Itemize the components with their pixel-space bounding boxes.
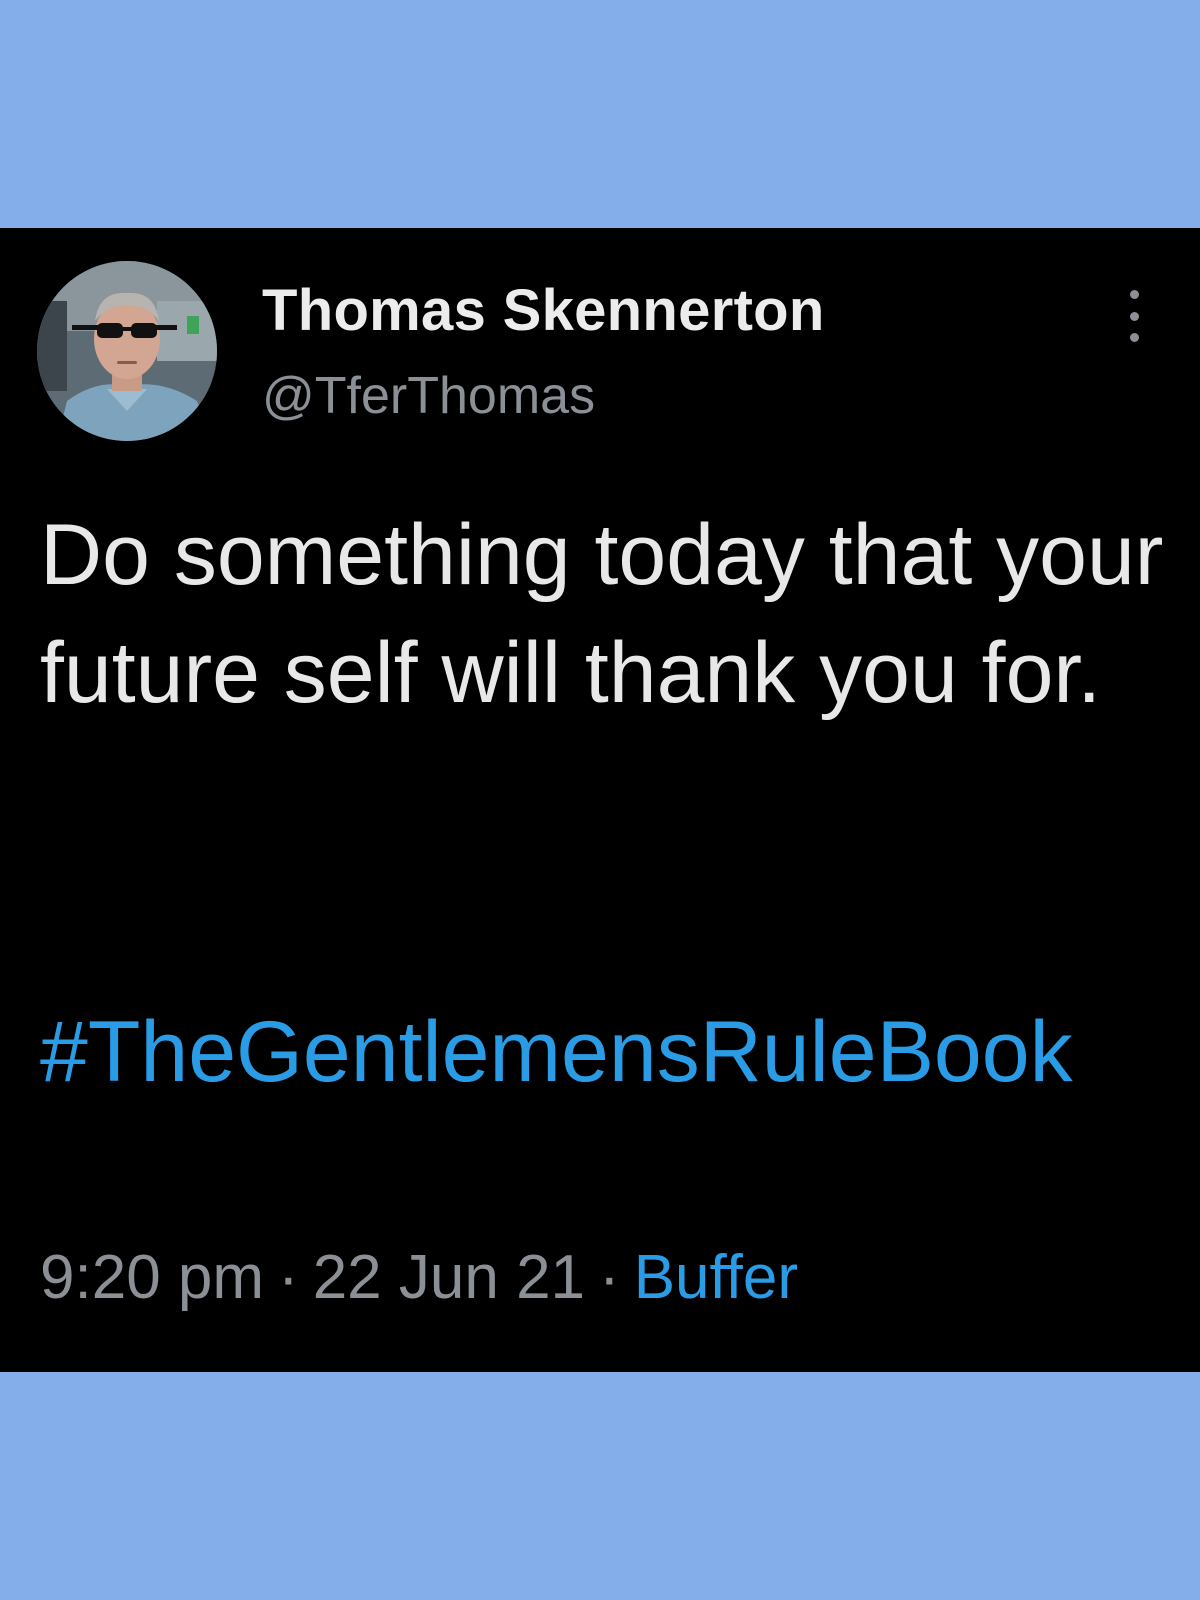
meta-separator: · (278, 1243, 299, 1312)
tweet-meta: 9:20 pm · 22 Jun 21 · Buffer (40, 1238, 798, 1318)
avatar[interactable] (37, 261, 217, 441)
tweet-time: 9:20 pm (40, 1243, 265, 1312)
display-name[interactable]: Thomas Skennerton (262, 276, 825, 346)
more-dot (1129, 333, 1139, 342)
more-vertical-icon[interactable] (1116, 290, 1152, 342)
hashtag-link[interactable]: #TheGentlemensRuleBook (40, 993, 1180, 1111)
meta-separator: · (599, 1243, 620, 1312)
more-dot (1129, 311, 1139, 321)
more-dot (1129, 290, 1139, 299)
user-handle[interactable]: @TferThomas (262, 364, 595, 428)
tweet-card: Thomas Skennerton @TferThomas Do somethi… (0, 228, 1200, 1372)
profile-photo (37, 261, 217, 441)
tweet-text: Do something today that your future self… (40, 507, 1164, 721)
source-link[interactable]: Buffer (634, 1243, 798, 1312)
tweet-date: 22 Jun 21 (312, 1243, 586, 1312)
